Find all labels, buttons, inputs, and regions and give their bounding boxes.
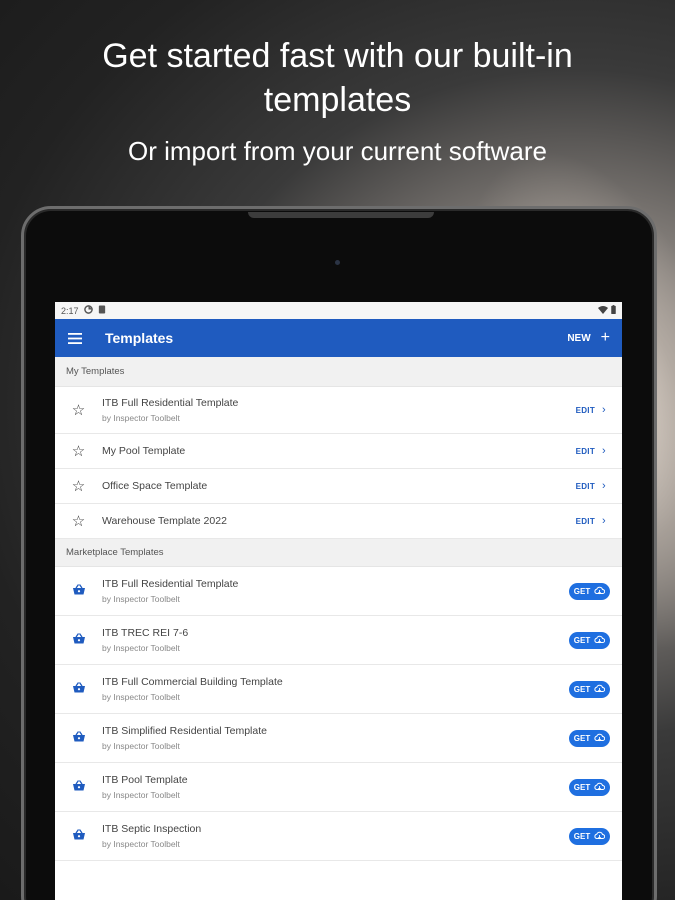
chevron-right-icon: ›	[602, 404, 606, 416]
template-title: ITB Simplified Residential Template	[102, 725, 267, 737]
template-title: ITB Septic Inspection	[102, 823, 202, 835]
device-notch	[248, 212, 434, 218]
sync-icon	[83, 305, 93, 316]
cloud-download-icon	[594, 733, 606, 744]
template-author: by Inspector Toolbelt	[102, 692, 180, 702]
battery-icon	[611, 305, 616, 316]
template-title: My Pool Template	[102, 445, 186, 457]
chevron-right-icon: ›	[602, 480, 606, 492]
get-label: GET	[573, 586, 591, 596]
new-button-label: NEW	[567, 332, 591, 344]
get-label: GET	[573, 635, 591, 645]
plus-icon: +	[600, 329, 610, 346]
edit-label: EDIT	[575, 481, 596, 491]
template-title: ITB Pool Template	[102, 774, 188, 786]
template-title: Office Space Template	[102, 480, 208, 492]
template-author: by Inspector Toolbelt	[102, 839, 180, 849]
edit-label: EDIT	[575, 446, 596, 456]
edit-button[interactable]: EDIT ›	[576, 445, 606, 457]
cloud-download-icon	[594, 586, 606, 597]
my-template-row[interactable]: ☆ Office Space Template EDIT ›	[55, 469, 622, 504]
marketplace-row[interactable]: ITB Pool Template by Inspector Toolbelt …	[55, 763, 622, 812]
get-template-button[interactable]: GET	[569, 631, 610, 649]
cloud-download-icon	[594, 684, 606, 695]
basket-icon	[72, 680, 85, 698]
get-label: GET	[573, 782, 591, 792]
section-header-marketplace: Marketplace Templates	[55, 539, 622, 567]
marketplace-row[interactable]: ITB TREC REI 7-6 by Inspector Toolbelt G…	[55, 616, 622, 665]
my-template-row[interactable]: ☆ Warehouse Template 2022 EDIT ›	[55, 504, 622, 539]
app-screen: 2:17 Templates NEW + My Templates ☆ ITB …	[55, 302, 622, 900]
promo-headline: Get started fast with our built-in templ…	[0, 34, 675, 122]
cloud-download-icon	[594, 831, 606, 842]
promo-subline: Or import from your current software	[128, 136, 547, 166]
edit-label: EDIT	[575, 405, 596, 415]
storage-icon	[98, 305, 106, 316]
basket-icon	[72, 729, 85, 747]
basket-icon	[72, 827, 85, 845]
get-label: GET	[573, 831, 591, 841]
chevron-right-icon: ›	[602, 515, 606, 527]
star-outline-icon[interactable]: ☆	[72, 444, 85, 459]
page-title: Templates	[105, 330, 174, 346]
chevron-right-icon: ›	[602, 445, 606, 457]
template-title: ITB TREC REI 7-6	[102, 627, 189, 639]
get-label: GET	[573, 733, 591, 743]
wifi-icon	[598, 305, 608, 316]
status-time: 2:17	[61, 305, 79, 316]
template-author: by Inspector Toolbelt	[102, 413, 180, 423]
cloud-download-icon	[594, 635, 606, 646]
template-author: by Inspector Toolbelt	[102, 741, 180, 751]
section-header-my-templates: My Templates	[55, 357, 622, 387]
headline-line-1: Get started fast with our built-in	[102, 37, 573, 75]
status-bar: 2:17	[55, 302, 622, 319]
star-outline-icon[interactable]: ☆	[72, 479, 85, 494]
get-template-button[interactable]: GET	[569, 680, 610, 698]
template-title: ITB Full Residential Template	[102, 397, 239, 409]
template-author: by Inspector Toolbelt	[102, 643, 180, 653]
template-author: by Inspector Toolbelt	[102, 594, 180, 604]
get-label: GET	[573, 684, 591, 694]
marketplace-row[interactable]: ITB Full Residential Template by Inspect…	[55, 567, 622, 616]
basket-icon	[72, 778, 85, 796]
star-outline-icon[interactable]: ☆	[72, 403, 85, 418]
template-title: ITB Full Residential Template	[102, 578, 239, 590]
my-template-row[interactable]: ☆ ITB Full Residential Template by Inspe…	[55, 387, 622, 434]
marketplace-row[interactable]: ITB Full Commercial Building Template by…	[55, 665, 622, 714]
hamburger-menu-icon[interactable]	[55, 332, 95, 344]
new-template-button[interactable]: NEW +	[567, 330, 610, 346]
template-author: by Inspector Toolbelt	[102, 790, 180, 800]
app-bar: Templates NEW +	[55, 319, 622, 357]
edit-button[interactable]: EDIT ›	[576, 515, 606, 527]
marketplace-row[interactable]: ITB Septic Inspection by Inspector Toolb…	[55, 812, 622, 861]
edit-button[interactable]: EDIT ›	[576, 480, 606, 492]
template-title: Warehouse Template 2022	[102, 515, 227, 527]
template-title: ITB Full Commercial Building Template	[102, 676, 283, 688]
get-template-button[interactable]: GET	[569, 582, 610, 600]
edit-label: EDIT	[575, 516, 596, 526]
star-outline-icon[interactable]: ☆	[72, 514, 85, 529]
headline-line-2: templates	[263, 81, 412, 119]
get-template-button[interactable]: GET	[569, 778, 610, 796]
my-template-row[interactable]: ☆ My Pool Template EDIT ›	[55, 434, 622, 469]
marketplace-row[interactable]: ITB Simplified Residential Template by I…	[55, 714, 622, 763]
get-template-button[interactable]: GET	[569, 827, 610, 845]
cloud-download-icon	[594, 782, 606, 793]
edit-button[interactable]: EDIT ›	[576, 404, 606, 416]
basket-icon	[72, 631, 85, 649]
get-template-button[interactable]: GET	[569, 729, 610, 747]
camera-icon	[335, 260, 340, 265]
basket-icon	[72, 582, 85, 600]
